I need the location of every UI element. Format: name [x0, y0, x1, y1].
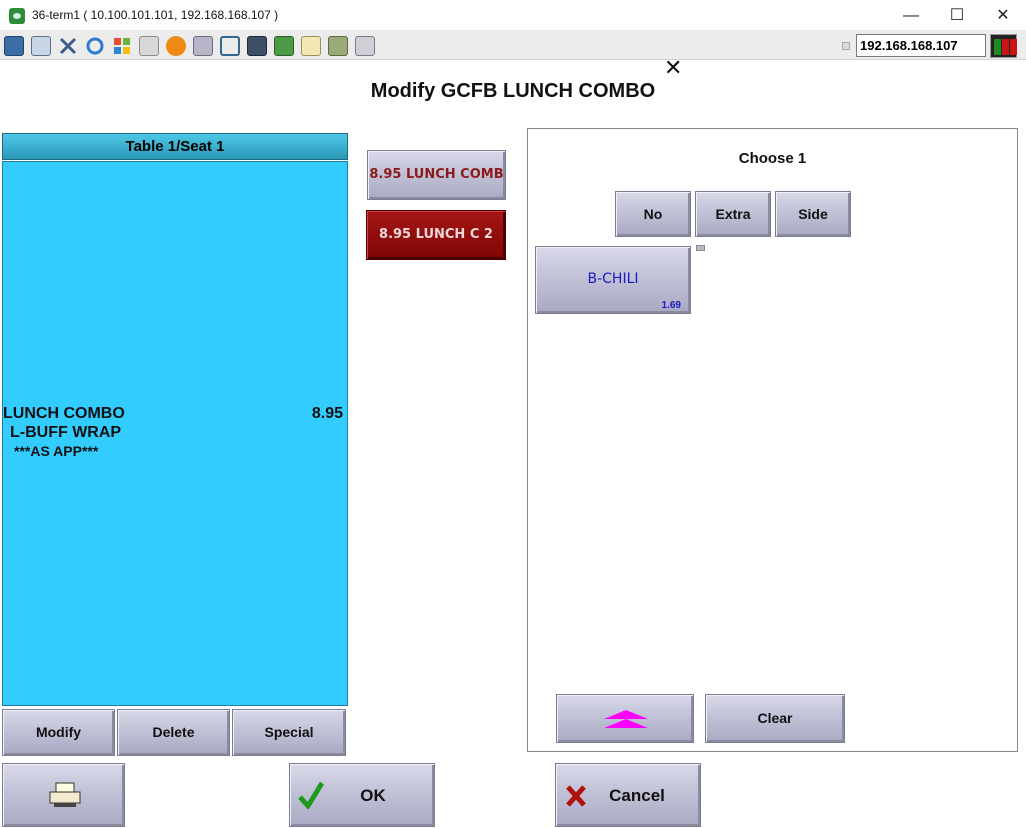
scroll-up-button[interactable] [556, 694, 694, 743]
app-eye-icon [9, 8, 25, 24]
special-button[interactable]: Special [232, 709, 346, 756]
order-modifier: ***AS APP*** [14, 443, 99, 459]
side-modifier-button[interactable]: Side [775, 191, 851, 237]
cancel-label: Cancel [609, 786, 665, 805]
notepad-icon[interactable] [301, 36, 321, 56]
warning-icon[interactable] [166, 36, 186, 56]
monitor-icon[interactable] [4, 36, 24, 56]
double-up-arrow-icon [604, 710, 648, 728]
chat-icon[interactable] [355, 36, 375, 56]
order-modifier: L-BUFF WRAP [10, 424, 122, 441]
printer-icon [49, 782, 81, 807]
modify-button[interactable]: Modify [2, 709, 115, 756]
connection-indicator [842, 42, 850, 50]
seat-header: Table 1/Seat 1 [2, 133, 348, 160]
window-close-button[interactable]: ✕ [980, 0, 1026, 31]
order-list[interactable]: LUNCH COMBO 8.95 L-BUFF WRAP ***AS APP**… [2, 161, 348, 706]
window-title: 36-term1 ( 10.100.101.101, 192.168.168.1… [32, 8, 279, 22]
option-price: 1.69 [661, 300, 681, 311]
ok-label: OK [360, 786, 386, 805]
no-modifier-button[interactable]: No [615, 191, 691, 237]
choice-panel [527, 128, 1018, 752]
status-bars-icon [990, 34, 1017, 58]
combo-button[interactable]: 8.95 LUNCH COMB [367, 150, 506, 200]
download-icon[interactable] [274, 36, 294, 56]
cancel-button[interactable]: Cancel [555, 763, 701, 827]
maximize-button[interactable]: ☐ [934, 0, 980, 31]
option-button-b-chili[interactable]: B-CHILI 1.69 [535, 246, 691, 314]
dialog-title: Modify GCFB LUNCH COMBO [370, 80, 656, 102]
extra-modifier-button[interactable]: Extra [695, 191, 771, 237]
clear-button[interactable]: Clear [705, 694, 845, 743]
choose-heading: Choose 1 [738, 150, 807, 167]
ok-button[interactable]: OK [289, 763, 435, 827]
display-icon[interactable] [247, 36, 267, 56]
order-item-name: LUNCH COMBO [3, 405, 125, 422]
keyboard-icon[interactable] [139, 36, 159, 56]
minimize-button[interactable]: — [888, 0, 934, 31]
dialog-close-icon[interactable]: ✕ [664, 57, 682, 79]
copy-icon[interactable] [31, 36, 51, 56]
ip-address-field[interactable]: 192.168.168.107 [856, 34, 986, 57]
option-marker [696, 245, 705, 251]
tools-icon[interactable] [58, 36, 78, 56]
network-icon[interactable] [193, 36, 213, 56]
print-button[interactable] [2, 763, 125, 827]
order-item-price: 8.95 [311, 405, 343, 422]
delete-button[interactable]: Delete [117, 709, 230, 756]
fullscreen-icon[interactable] [220, 36, 240, 56]
screenshot-icon[interactable] [328, 36, 348, 56]
combo-button-selected[interactable]: 8.95 LUNCH C 2 [366, 210, 506, 260]
option-label: B-CHILI [587, 271, 639, 287]
windows-icon[interactable] [112, 36, 132, 56]
refresh-icon[interactable] [85, 36, 105, 56]
